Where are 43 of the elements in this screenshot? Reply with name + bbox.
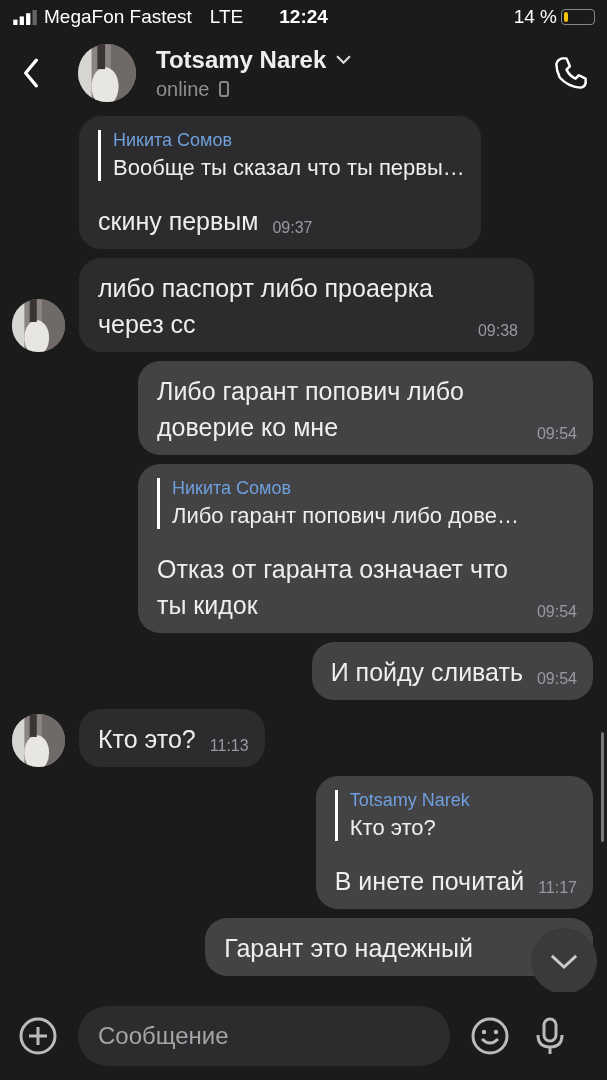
quoted-message[interactable]: Totsamy Narek Кто это? [334,790,577,841]
quote-text: Либо гарант попович либо дове… [172,503,520,529]
message-time: 11:17 [538,879,577,897]
battery-percent: 14 % [513,6,557,28]
signal-icon [12,9,38,25]
quoted-message[interactable]: Никита Сомов Вообще ты сказал что ты первы… [98,130,465,181]
message-text: И пойду сливать [330,657,523,688]
avatar[interactable] [78,44,136,102]
message-input[interactable]: Сообщение [78,1006,450,1066]
quote-author: Никита Сомов [172,478,292,499]
message-text: Либо гарант попович либо доверие ко мне [157,376,465,443]
message-text: Гарант это надежный [224,933,473,964]
network-type: LTE [209,6,244,28]
message-text: скину первым [98,206,259,237]
quote-author: Никита Сомов [113,130,233,151]
back-icon[interactable] [22,58,40,88]
message-time: 11:13 [209,737,249,755]
quote-text: Кто это? [349,815,437,841]
phone-device-icon [219,81,230,97]
message-time: 09:37 [272,219,313,237]
avatar[interactable] [12,714,65,767]
message-time: 09:54 [536,670,577,688]
quote-author: Totsamy Narek [349,790,471,811]
attach-icon[interactable] [18,1016,58,1056]
quote-text: Вообще ты сказал что ты первы… [113,155,465,181]
chevron-down-icon [550,953,578,969]
online-status: online [156,77,210,101]
chevron-down-icon[interactable] [336,55,352,64]
emoji-icon[interactable] [470,1016,510,1056]
message-text: В инете почитай [334,866,525,897]
contact-name[interactable]: Totsamy Narek [156,45,327,74]
clock: 12:24 [279,6,328,28]
message-text: Отказ от гаранта означает что ты кидок [157,554,509,621]
avatar[interactable] [12,299,65,352]
message-time: 09:54 [536,425,577,443]
message-time: 09:54 [536,603,577,621]
carrier-name: MegaFon Fastest [44,6,192,28]
call-icon[interactable] [553,55,589,91]
quoted-message[interactable]: Никита Сомов Либо гарант попович либо дове… [157,478,577,529]
message-time: 09:38 [477,322,518,340]
message-text: Кто это? [98,724,196,755]
battery-icon [561,9,595,25]
message-text: либо паспорт либо проаерка через сс [98,273,435,340]
